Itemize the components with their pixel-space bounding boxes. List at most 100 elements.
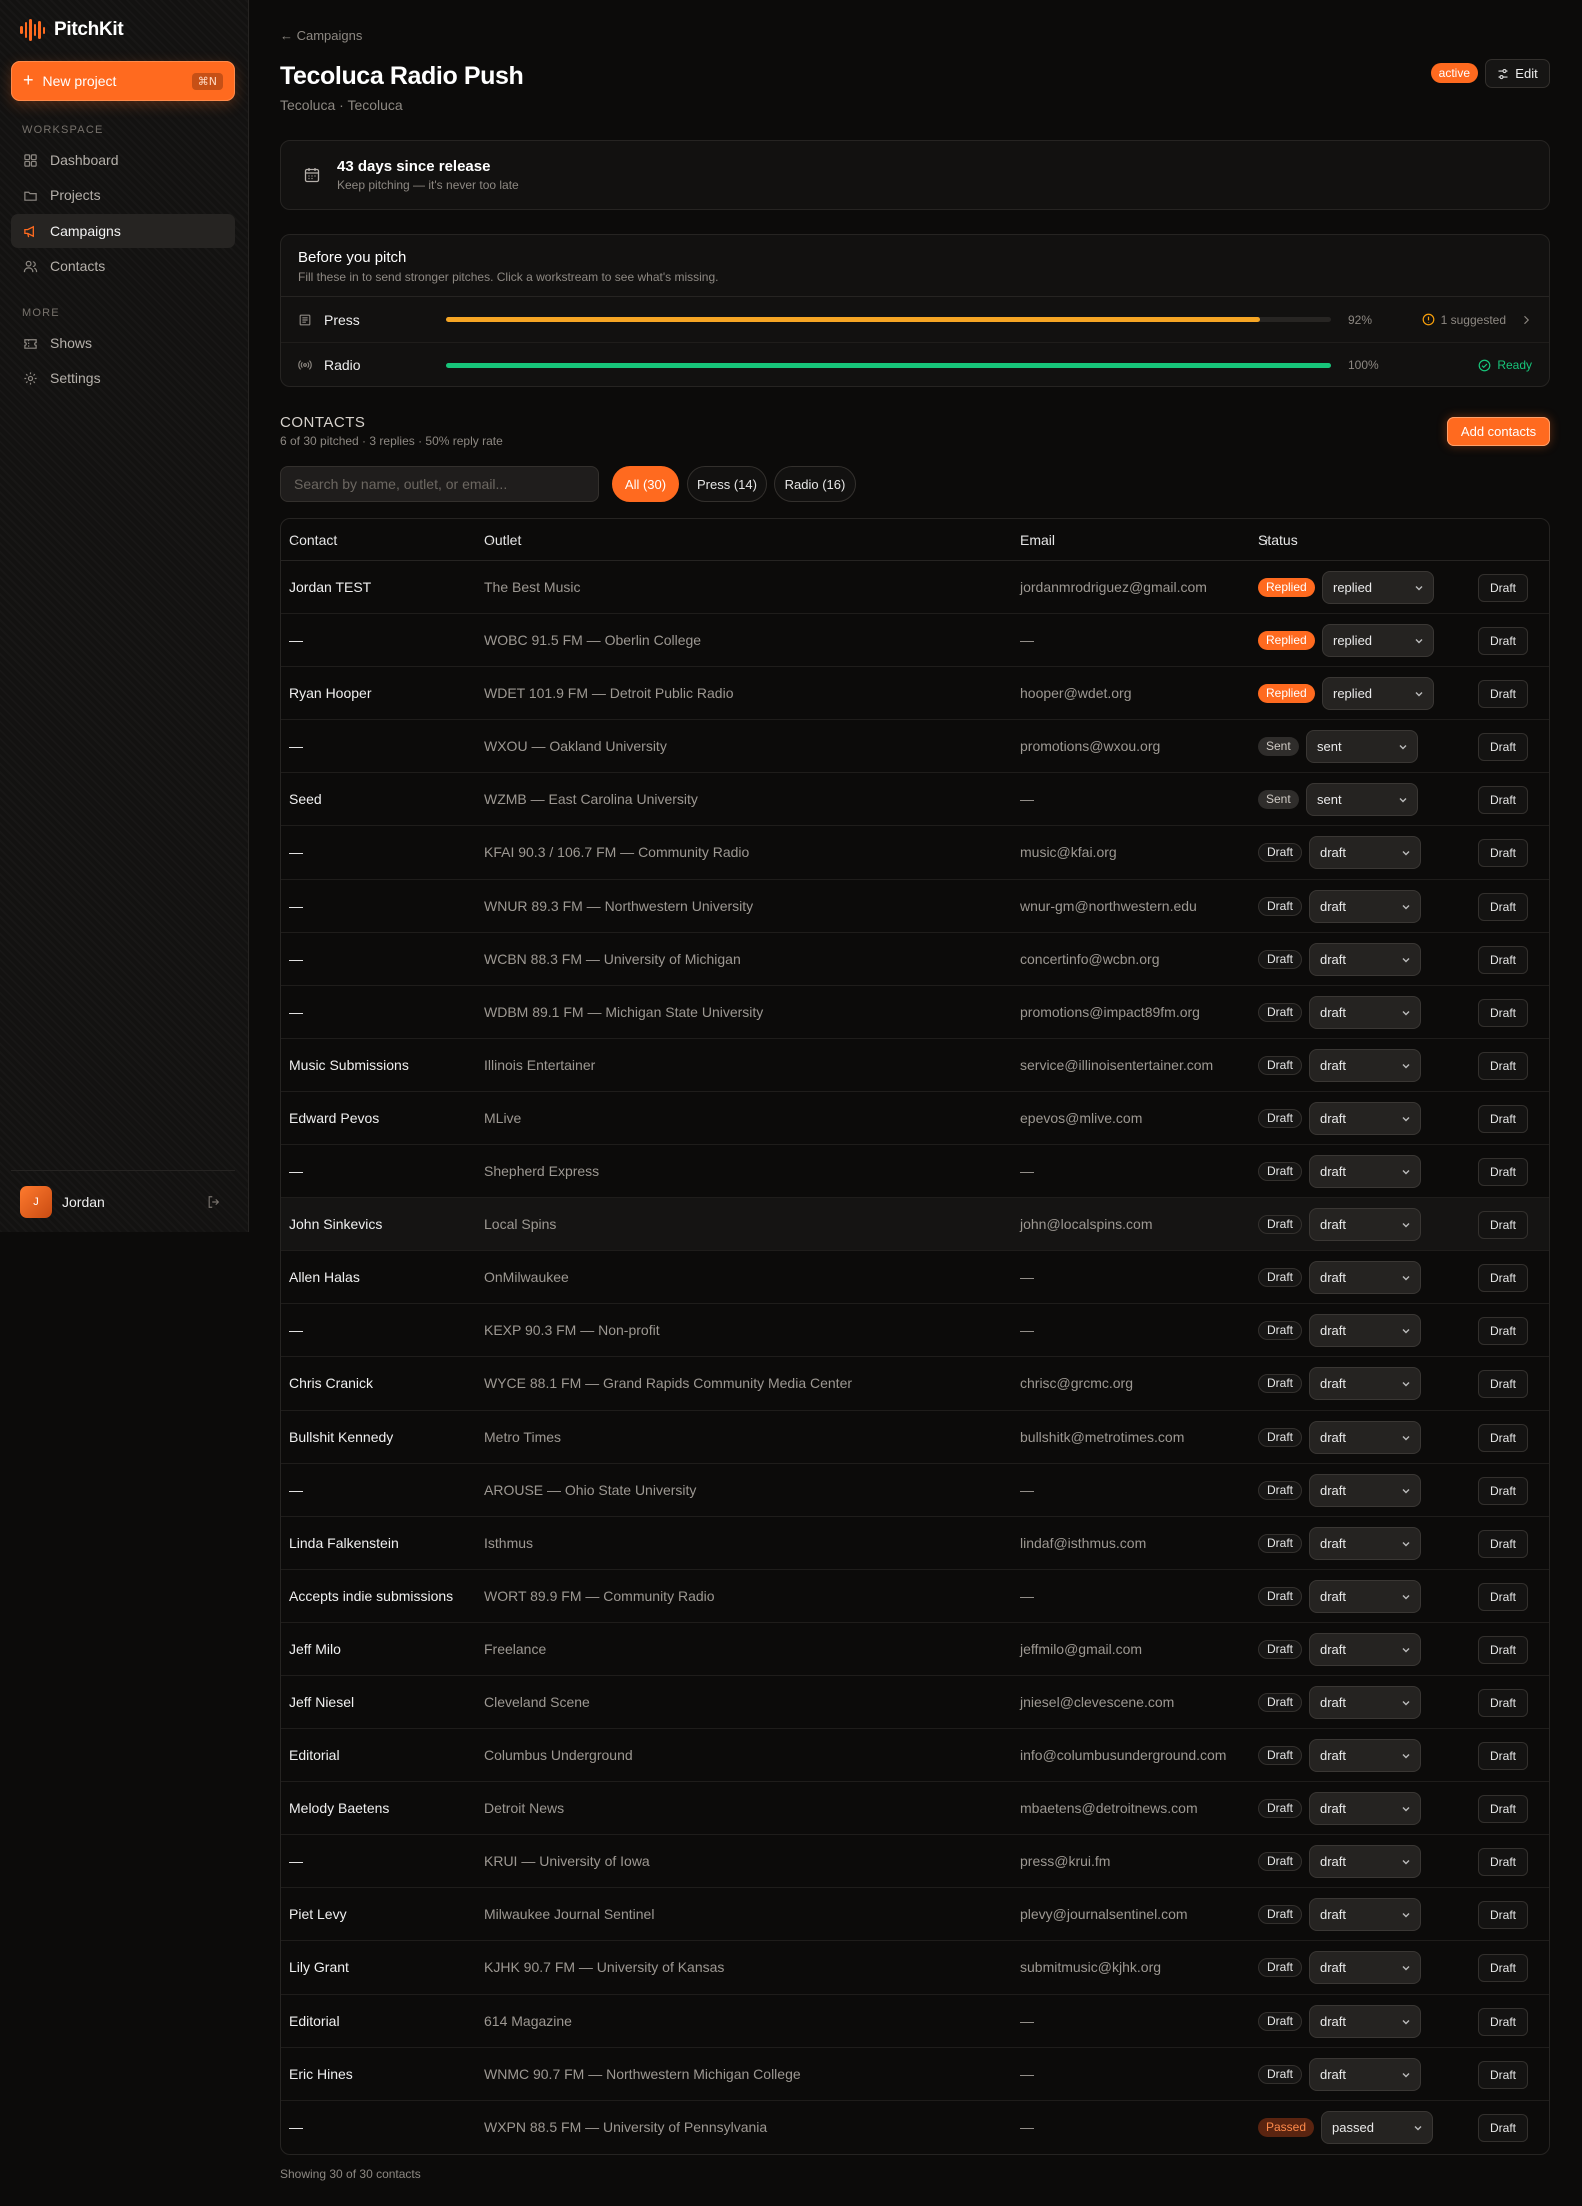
draft-button[interactable]: Draft	[1478, 2007, 1528, 2036]
draft-button[interactable]: Draft	[1478, 945, 1528, 974]
user-menu[interactable]: J Jordan	[11, 1170, 235, 1232]
table-row[interactable]: Allen Halas OnMilwaukee — Draft draft Draft	[281, 1251, 1549, 1305]
column-status[interactable]: Status ↑	[1258, 532, 1298, 548]
table-row[interactable]: Piet Levy Milwaukee Journal Sentinel plevy…	[281, 1888, 1549, 1942]
draft-button[interactable]: Draft	[1478, 733, 1528, 762]
column-outlet[interactable]: Outlet ↕	[484, 532, 521, 548]
add-contacts-button[interactable]: Add contacts	[1447, 417, 1550, 446]
draft-button[interactable]: Draft	[1478, 1742, 1528, 1771]
filter-press[interactable]: Press (14)	[687, 466, 767, 502]
draft-button[interactable]: Draft	[1478, 1211, 1528, 1240]
sidebar-item-dashboard[interactable]: Dashboard	[11, 143, 235, 177]
filter-radio[interactable]: Radio (16)	[774, 466, 856, 502]
draft-button[interactable]: Draft	[1478, 1635, 1528, 1664]
table-row[interactable]: Bullshit Kennedy Metro Times bullshitk@met…	[281, 1411, 1549, 1464]
draft-button[interactable]: Draft	[1478, 1529, 1528, 1558]
status-select[interactable]: draft	[1309, 836, 1421, 870]
status-select[interactable]: draft	[1309, 1898, 1421, 1932]
column-contact[interactable]: Contact ↕	[289, 532, 337, 548]
filter-all[interactable]: All (30)	[612, 466, 679, 502]
table-row[interactable]: Editorial 614 Magazine — Draft draft Draft	[281, 1995, 1549, 2048]
status-select[interactable]: draft	[1309, 1951, 1421, 1985]
table-row[interactable]: — WNUR 89.3 FM — Northwestern University w…	[281, 880, 1549, 933]
table-row[interactable]: — WDBM 89.1 FM — Michigan State Universit…	[281, 986, 1549, 1039]
status-select[interactable]: draft	[1309, 1792, 1421, 1826]
draft-button[interactable]: Draft	[1478, 1582, 1528, 1611]
table-row[interactable]: — WXPN 88.5 FM — University of Pennsylvan…	[281, 2101, 1549, 2154]
edit-button[interactable]: Edit	[1485, 59, 1550, 88]
table-row[interactable]: — WCBN 88.3 FM — University of Michigan co…	[281, 933, 1549, 986]
table-row[interactable]: — WOBC 91.5 FM — Oberlin College — Replied r…	[281, 614, 1549, 668]
draft-button[interactable]: Draft	[1478, 1476, 1528, 1505]
sidebar-item-settings[interactable]: Settings	[11, 361, 235, 395]
draft-button[interactable]: Draft	[1478, 998, 1528, 1027]
status-select[interactable]: draft	[1309, 2057, 1421, 2091]
status-select[interactable]: draft	[1309, 1208, 1421, 1242]
table-row[interactable]: Eric Hines WNMC 90.7 FM — Northwestern Mi…	[281, 2048, 1549, 2101]
status-select[interactable]: draft	[1309, 1155, 1421, 1189]
table-row[interactable]: Editorial Columbus Underground info@columb…	[281, 1729, 1549, 1783]
status-select[interactable]: draft	[1309, 1845, 1421, 1879]
draft-button[interactable]: Draft	[1478, 1158, 1528, 1187]
draft-button[interactable]: Draft	[1478, 2060, 1528, 2089]
draft-button[interactable]: Draft	[1478, 1688, 1528, 1717]
table-row[interactable]: Jordan TEST The Best Music jordanmrodrigue…	[281, 561, 1549, 615]
workstream-radio[interactable]: Radio 100% Ready	[281, 342, 1549, 387]
draft-button[interactable]: Draft	[1478, 1954, 1528, 1983]
status-select[interactable]: draft	[1309, 1367, 1421, 1401]
workstream-press[interactable]: Press 92% 1 suggested	[281, 297, 1549, 342]
table-row[interactable]: Melody Baetens Detroit News mbaetens@detro…	[281, 1782, 1549, 1836]
search-input[interactable]	[280, 466, 599, 502]
table-row[interactable]: John Sinkevics Local Spins john@localspins…	[281, 1198, 1549, 1252]
draft-button[interactable]: Draft	[1478, 1795, 1528, 1824]
status-select[interactable]: draft	[1309, 942, 1421, 976]
table-row[interactable]: — AROUSE — Ohio State University — Draft dra…	[281, 1464, 1549, 1517]
draft-button[interactable]: Draft	[1478, 1848, 1528, 1877]
draft-button[interactable]: Draft	[1478, 786, 1528, 815]
table-row[interactable]: — KEXP 90.3 FM — Non-profit — Draft draft Dra…	[281, 1304, 1549, 1358]
status-select[interactable]: draft	[1309, 1473, 1421, 1507]
status-select[interactable]: draft	[1309, 2004, 1421, 2038]
breadcrumb[interactable]: ← Campaigns	[280, 28, 362, 43]
status-select[interactable]: draft	[1309, 1261, 1421, 1295]
status-select[interactable]: draft	[1309, 1420, 1421, 1454]
draft-button[interactable]: Draft	[1478, 1370, 1528, 1399]
new-project-button[interactable]: + New project ⌘N	[11, 61, 235, 101]
status-select[interactable]: replied	[1322, 677, 1434, 711]
table-row[interactable]: — Shepherd Express — Draft draft Draft	[281, 1145, 1549, 1199]
app-logo[interactable]: PitchKit	[20, 18, 124, 42]
table-row[interactable]: Seed WZMB — East Carolina University — Sent…	[281, 773, 1549, 827]
sidebar-item-contacts[interactable]: Contacts	[11, 249, 235, 283]
draft-button[interactable]: Draft	[1478, 1901, 1528, 1930]
status-select[interactable]: replied	[1322, 571, 1434, 604]
status-select[interactable]: sent	[1306, 783, 1418, 817]
table-row[interactable]: Music Submissions Illinois Entertainer ser…	[281, 1039, 1549, 1092]
draft-button[interactable]: Draft	[1478, 574, 1528, 602]
status-select[interactable]: draft	[1309, 1101, 1421, 1135]
status-select[interactable]: draft	[1309, 1632, 1421, 1666]
draft-button[interactable]: Draft	[1478, 839, 1528, 868]
sidebar-item-projects[interactable]: Projects	[11, 178, 235, 212]
draft-button[interactable]: Draft	[1478, 627, 1528, 656]
status-select[interactable]: draft	[1309, 889, 1421, 923]
draft-button[interactable]: Draft	[1478, 892, 1528, 921]
draft-button[interactable]: Draft	[1478, 1104, 1528, 1133]
status-select[interactable]: replied	[1322, 624, 1434, 658]
logout-icon[interactable]	[207, 1195, 221, 1209]
table-row[interactable]: Jeff Milo Freelance jeffmilo@gmail.com Draf…	[281, 1623, 1549, 1676]
status-select[interactable]: draft	[1309, 1314, 1421, 1348]
table-row[interactable]: Lily Grant KJHK 90.7 FM — University of K…	[281, 1941, 1549, 1995]
table-row[interactable]: Accepts indie submissions WORT 89.9 FM — …	[281, 1570, 1549, 1623]
table-row[interactable]: — KRUI — University of Iowa press@krui.fm D…	[281, 1835, 1549, 1889]
draft-button[interactable]: Draft	[1478, 1051, 1528, 1080]
status-select[interactable]: sent	[1306, 730, 1418, 764]
draft-button[interactable]: Draft	[1478, 2113, 1528, 2142]
draft-button[interactable]: Draft	[1478, 1423, 1528, 1452]
status-select[interactable]: draft	[1309, 1579, 1421, 1613]
status-select[interactable]: draft	[1309, 995, 1421, 1029]
table-row[interactable]: — WXOU — Oakland University promotions@wxo…	[281, 720, 1549, 774]
table-row[interactable]: Jeff Niesel Cleveland Scene jniesel@cleves…	[281, 1676, 1549, 1730]
sidebar-item-shows[interactable]: Shows	[11, 326, 235, 360]
sidebar-item-campaigns[interactable]: Campaigns	[11, 214, 235, 248]
draft-button[interactable]: Draft	[1478, 1317, 1528, 1346]
